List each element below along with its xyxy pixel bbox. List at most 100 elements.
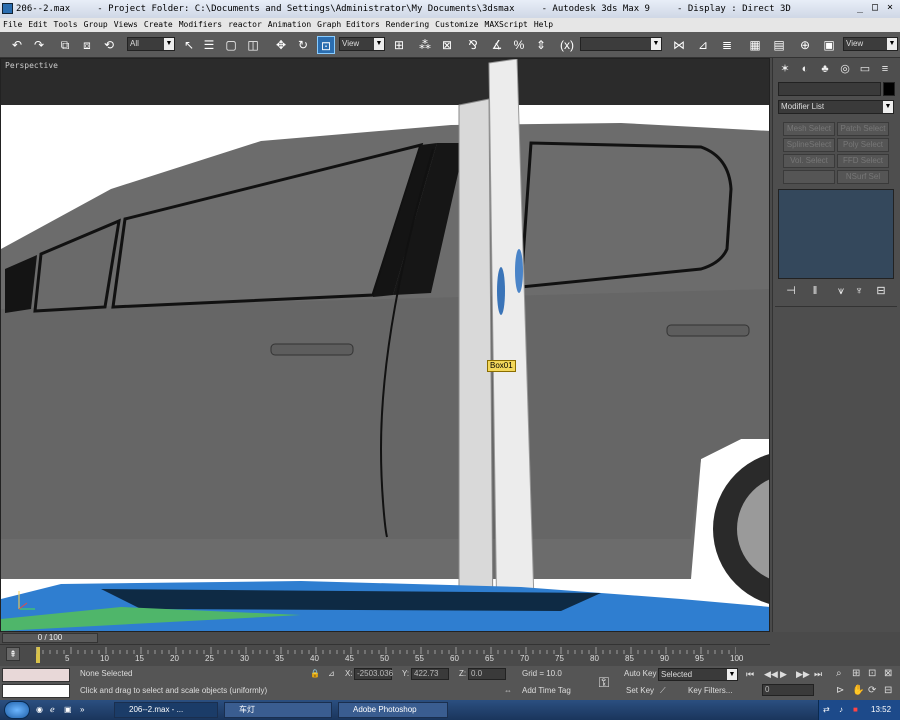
rotate-icon[interactable]: ↻ (294, 36, 312, 54)
maximize-icon[interactable]: □ (868, 2, 882, 15)
menu-reactor[interactable]: reactor (225, 18, 265, 32)
mirror-icon[interactable]: ⋈ (670, 36, 688, 54)
ffd-select-button[interactable]: FFD Select (837, 154, 889, 168)
pan-icon[interactable]: ✋ (852, 685, 864, 697)
window-crossing-icon[interactable]: ◫ (244, 36, 262, 54)
material-editor-icon[interactable]: ⊕ (796, 36, 814, 54)
time-slider[interactable]: 0 / 100 (2, 633, 98, 643)
link-icon[interactable]: ⧉ (56, 36, 74, 54)
render-type-dropdown[interactable]: View ▼ (843, 37, 898, 51)
key-icon[interactable]: ⚿ (592, 670, 616, 694)
taskbar-item-folder[interactable]: 车灯 (224, 702, 332, 718)
ref-coord-dropdown[interactable]: View ▼ (339, 37, 385, 51)
x-coordinate-field[interactable]: -2503.036 (354, 668, 393, 680)
minimize-icon[interactable]: _ (853, 2, 867, 15)
angle-snap-icon[interactable]: ∡ (488, 36, 506, 54)
set-key-button[interactable]: Set Key (626, 685, 654, 697)
menu-tools[interactable]: Tools (51, 18, 81, 32)
show-end-result-icon[interactable]: ‖ (807, 284, 823, 298)
curve-editor-icon[interactable]: ▦ (746, 36, 764, 54)
motion-tab-icon[interactable]: ◎ (837, 62, 853, 76)
hierarchy-tab-icon[interactable]: ♣ (817, 62, 833, 76)
y-coordinate-field[interactable]: 422.73 (411, 668, 449, 680)
render-scene-icon[interactable]: ▣ (820, 36, 838, 54)
object-color-swatch[interactable] (883, 82, 895, 96)
menu-help[interactable]: Help (531, 18, 556, 32)
menu-graph-editors[interactable]: Graph Editors (314, 18, 383, 32)
spline-select-button[interactable]: SplineSelect (783, 138, 835, 152)
pivot-center-icon[interactable]: ⊞ (390, 36, 408, 54)
rectangular-selection-icon[interactable]: ▢ (222, 36, 240, 54)
vol-select-button[interactable]: Vol. Select (783, 154, 835, 168)
make-unique-icon[interactable]: ⩛ (833, 284, 849, 298)
maximize-viewport-icon[interactable]: ⊟ (884, 685, 892, 697)
menu-file[interactable]: File (0, 18, 25, 32)
close-icon[interactable]: × (883, 2, 897, 15)
zoom-extents-icon[interactable]: ⊡ (868, 668, 876, 680)
menu-edit[interactable]: Edit (25, 18, 50, 32)
start-button[interactable] (4, 701, 30, 719)
modifier-stack[interactable] (778, 189, 894, 279)
percent-snap-icon[interactable]: % (510, 36, 528, 54)
time-tag-icon[interactable]: ⇔ (504, 685, 512, 697)
app-icon[interactable] (2, 3, 13, 14)
layer-manager-icon[interactable]: ≣ (718, 36, 736, 54)
patch-select-button[interactable]: Patch Select (837, 122, 889, 136)
mesh-select-button[interactable]: Mesh Select (783, 122, 835, 136)
utilities-tab-icon[interactable]: ≡ (877, 62, 893, 76)
unlink-icon[interactable]: ⧈ (78, 36, 96, 54)
absolute-mode-icon[interactable]: ⊿ (328, 668, 335, 680)
quick-launch-browser-icon[interactable]: ℯ (50, 704, 55, 716)
configure-modifier-sets-icon[interactable]: ⊟ (873, 284, 889, 298)
redo-icon[interactable]: ↷ (30, 36, 48, 54)
spinner-snap-icon[interactable]: ⇕ (532, 36, 550, 54)
taskbar-item-3dsmax[interactable]: 206--2.max - ... (114, 702, 218, 718)
remove-modifier-icon[interactable]: ♆ (851, 284, 867, 298)
goto-end-icon[interactable]: ⏭ (814, 668, 822, 680)
object-name-field[interactable] (778, 82, 881, 96)
move-icon[interactable]: ✥ (272, 36, 290, 54)
mini-curve-editor-icon[interactable]: ⇞ (6, 647, 20, 661)
zoom-all-icon[interactable]: ⊞ (852, 668, 860, 680)
quick-launch-icon[interactable]: ◉ (36, 704, 43, 716)
empty-modifier-button[interactable] (783, 170, 835, 184)
tray-volume-icon[interactable]: ♪ (839, 704, 843, 716)
menu-customize[interactable]: Customize (432, 18, 481, 32)
schematic-view-icon[interactable]: ▤ (770, 36, 788, 54)
menu-animation[interactable]: Animation (265, 18, 314, 32)
add-time-tag-button[interactable]: Add Time Tag (522, 685, 571, 697)
perspective-viewport[interactable]: Perspective Box01 (0, 58, 770, 632)
auto-key-button[interactable]: Auto Key (624, 668, 656, 680)
tray-network-icon[interactable]: ⇄ (823, 704, 830, 716)
menu-create[interactable]: Create (141, 18, 176, 32)
selection-filter-dropdown[interactable]: All ▼ (127, 37, 175, 51)
maxscript-output-mini[interactable] (2, 684, 70, 698)
goto-start-icon[interactable]: ⏮ (746, 668, 754, 680)
edit-named-selection-icon[interactable]: (x) (558, 36, 576, 54)
maxscript-listener-mini[interactable] (2, 668, 70, 682)
zoom-extents-all-icon[interactable]: ⊠ (884, 668, 892, 680)
pin-stack-icon[interactable]: ⊣ (783, 284, 799, 298)
poly-select-button[interactable]: Poly Select (837, 138, 889, 152)
viewport-label[interactable]: Perspective (5, 61, 58, 70)
select-by-name-icon[interactable]: ☰ (200, 36, 218, 54)
play-icon[interactable]: ▶ (780, 668, 787, 680)
arc-rotate-icon[interactable]: ⟳ (868, 685, 876, 697)
named-selection-dropdown[interactable]: ▼ (580, 37, 662, 51)
taskbar-item-photoshop[interactable]: Adobe Photoshop (338, 702, 448, 718)
select-object-icon[interactable]: ↖ (180, 36, 198, 54)
key-filters-button[interactable]: Key Filters... (688, 685, 732, 697)
undo-icon[interactable]: ↶ (8, 36, 26, 54)
key-filter-icon[interactable]: ⟋ (660, 685, 666, 697)
scale-icon[interactable]: ⊡ (317, 36, 335, 54)
track-bar[interactable]: ⇞ 5 10 15 20 25 30 35 40 45 50 55 60 65 70 75 80 85 90 95 1… (0, 644, 770, 666)
quick-launch-folder-icon[interactable]: ▣ (64, 704, 72, 716)
show-desktop-icon[interactable]: » (80, 704, 84, 716)
bind-space-warp-icon[interactable]: ⟲ (100, 36, 118, 54)
zoom-icon[interactable]: ⌕ (836, 668, 842, 680)
menu-views[interactable]: Views (111, 18, 141, 32)
current-frame-field[interactable]: 0 (762, 684, 814, 696)
snap-3d-icon[interactable]: ⅋ (464, 36, 482, 54)
menu-maxscript[interactable]: MAXScript (482, 18, 531, 32)
previous-frame-icon[interactable]: ◀◀ (764, 668, 778, 680)
